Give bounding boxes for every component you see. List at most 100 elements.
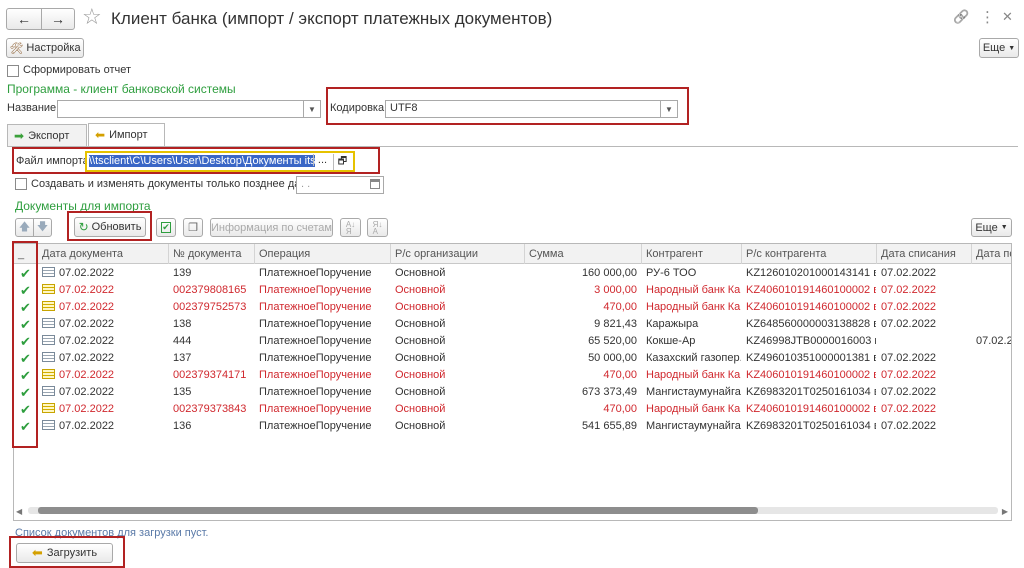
form-report-checkbox[interactable] [7, 65, 19, 77]
cell-counterparty: РУ-6 ТОО [646, 267, 697, 279]
row-check-icon[interactable]: ✔ [14, 367, 38, 384]
col-header-date[interactable]: Дата документа [38, 244, 169, 264]
row-check-icon[interactable]: ✔ [14, 418, 38, 435]
calendar-icon[interactable] [370, 179, 380, 189]
cell-write-off: 07.02.2022 [881, 420, 937, 432]
row-check-icon[interactable]: ✔ [14, 384, 38, 401]
table-row[interactable]: ✔ 07.02.2022 137 ПлатежноеПоручение Основной… [14, 350, 1011, 367]
table-row[interactable]: ✔ 07.02.2022 136 ПлатежноеПоручение Основной… [14, 418, 1011, 435]
table-row[interactable]: ✔ 07.02.2022 002379752573 ПлатежноеПоручени… [14, 299, 1011, 316]
cell-write-off: 07.02.2022 [881, 386, 937, 398]
row-check-icon[interactable]: ✔ [14, 401, 38, 418]
move-down-button[interactable]: 🡇 [33, 218, 52, 237]
link-icon[interactable]: 🔗 [953, 9, 969, 25]
check-all-button[interactable]: ✔ [156, 218, 176, 237]
col-header-number[interactable]: № документа [169, 244, 255, 264]
col-header-cp-account[interactable]: Р/с контрагента [742, 244, 877, 264]
cell-date-text: 07.02.2022 [59, 369, 115, 381]
table-row[interactable]: ✔ 07.02.2022 139 ПлатежноеПоручение Основной… [14, 265, 1011, 282]
table-row[interactable]: ✔ 07.02.2022 135 ПлатежноеПоручение Основной… [14, 384, 1011, 401]
cell-number: 002379808165 [173, 284, 247, 296]
cell-date: 07.02.2022 [38, 384, 169, 401]
refresh-button[interactable]: ↻ Обновить [74, 217, 146, 237]
copy-button[interactable]: ❐ [183, 218, 203, 237]
col-header-operation[interactable]: Операция [255, 244, 391, 264]
cell-counterparty: Кокше-Ар [646, 335, 696, 347]
tab-import-label: Импорт [109, 129, 148, 141]
row-check-icon[interactable]: ✔ [14, 316, 38, 333]
col-header-write-off[interactable]: Дата списания [877, 244, 972, 264]
tab-export[interactable]: ➡ Экспорт [7, 124, 87, 146]
row-check-icon[interactable]: ✔ [14, 350, 38, 367]
horizontal-scrollbar[interactable] [28, 507, 998, 514]
cell-date-text: 07.02.2022 [59, 267, 115, 279]
sort-desc-icon: Я↓ A [372, 219, 383, 236]
cell-operation: ПлатежноеПоручение [259, 284, 372, 296]
chevron-down-icon: ▼ [1000, 224, 1008, 231]
sort-asc-icon: A↓ Я [345, 219, 356, 236]
encoding-label: Кодировка: [330, 102, 388, 114]
account-info-button[interactable]: Информация по счетам [210, 218, 333, 237]
table-more-button[interactable]: Еще ▼ [971, 218, 1012, 237]
forward-button[interactable]: → [41, 8, 75, 30]
table-row[interactable]: ✔ 07.02.2022 002379374171 ПлатежноеПоручени… [14, 367, 1011, 384]
document-icon [42, 420, 55, 430]
row-check-icon[interactable]: ✔ [14, 333, 38, 350]
name-dropdown-icon[interactable]: ▼ [303, 101, 320, 117]
browse-button[interactable]: ... [313, 154, 331, 166]
scroll-right-icon[interactable]: ▶ [1002, 507, 1008, 516]
cell-date: 07.02.2022 [38, 367, 169, 384]
check-all-icon: ✔ [161, 222, 171, 233]
row-check-icon[interactable]: ✔ [14, 299, 38, 316]
table-header: _ Дата документа № документа Операция Р/… [14, 244, 1011, 264]
table-row[interactable]: ✔ 07.02.2022 138 ПлатежноеПоручение Основной… [14, 316, 1011, 333]
col-header-counterparty[interactable]: Контрагент [642, 244, 742, 264]
table-row[interactable]: ✔ 07.02.2022 002379373843 ПлатежноеПоручени… [14, 401, 1011, 418]
horizontal-scrollbar-thumb[interactable] [38, 507, 758, 514]
name-field[interactable]: ▼ [57, 100, 321, 118]
load-icon: ⬅ [31, 545, 43, 560]
cell-date: 07.02.2022 [38, 299, 169, 316]
settings-button[interactable]: 🛠 Настройка [6, 38, 84, 58]
cell-received [972, 282, 1011, 299]
move-up-button[interactable]: 🡅 [15, 218, 34, 237]
row-check-icon[interactable]: ✔ [14, 265, 38, 282]
encoding-field[interactable]: UTF8 ▼ [385, 100, 678, 118]
later-date-field[interactable]: . . [296, 176, 384, 194]
cell-sum: 9 821,43 [594, 318, 637, 330]
sort-desc-button[interactable]: Я↓ A [367, 218, 388, 237]
col-header-check[interactable]: _ [14, 244, 38, 264]
cell-org-account: Основной [395, 301, 446, 313]
cell-operation: ПлатежноеПоручение [259, 420, 372, 432]
menu-dots-icon[interactable]: ⋮ [980, 8, 995, 26]
status-text: Список документов для загрузки пуст. [15, 527, 209, 539]
cell-date: 07.02.2022 [38, 350, 169, 367]
encoding-dropdown-icon[interactable]: ▼ [660, 101, 677, 117]
cell-number: 136 [173, 420, 192, 432]
load-button[interactable]: ⬅ Загрузить [16, 543, 113, 563]
favorite-star-icon[interactable]: ☆ [82, 4, 102, 30]
scroll-left-icon[interactable]: ◀ [16, 507, 22, 516]
col-header-received[interactable]: Дата пос [972, 244, 1011, 264]
later-date-checkbox[interactable] [15, 178, 27, 190]
col-header-sum[interactable]: Сумма [525, 244, 642, 264]
table-row[interactable]: ✔ 07.02.2022 444 ПлатежноеПоручение Основной… [14, 333, 1011, 350]
tab-import[interactable]: ⬅ Импорт [88, 123, 165, 146]
back-button[interactable]: ← [6, 8, 42, 30]
cell-sum: 50 000,00 [588, 352, 637, 364]
close-icon[interactable]: ✕ [1002, 9, 1013, 25]
form-report-label: Сформировать отчет [23, 64, 132, 76]
cell-sum: 3 000,00 [594, 284, 637, 296]
row-check-icon[interactable]: ✔ [14, 282, 38, 299]
cell-cp-account: KZ406010191460100002 в ... [746, 403, 877, 415]
import-documents-table[interactable]: _ Дата документа № документа Операция Р/… [13, 243, 1012, 521]
cell-write-off: 07.02.2022 [881, 352, 937, 364]
import-file-field[interactable]: \\tsclient\C\Users\User\Desktop\Документ… [85, 151, 355, 172]
col-header-org-account[interactable]: Р/с организации [391, 244, 525, 264]
open-file-icon[interactable]: 🗗 [333, 154, 351, 170]
more-actions-button[interactable]: Еще ▼ [979, 38, 1019, 58]
cell-received [972, 265, 1011, 282]
name-label: Название: [7, 102, 60, 114]
sort-asc-button[interactable]: A↓ Я [340, 218, 361, 237]
table-row[interactable]: ✔ 07.02.2022 002379808165 ПлатежноеПоручени… [14, 282, 1011, 299]
